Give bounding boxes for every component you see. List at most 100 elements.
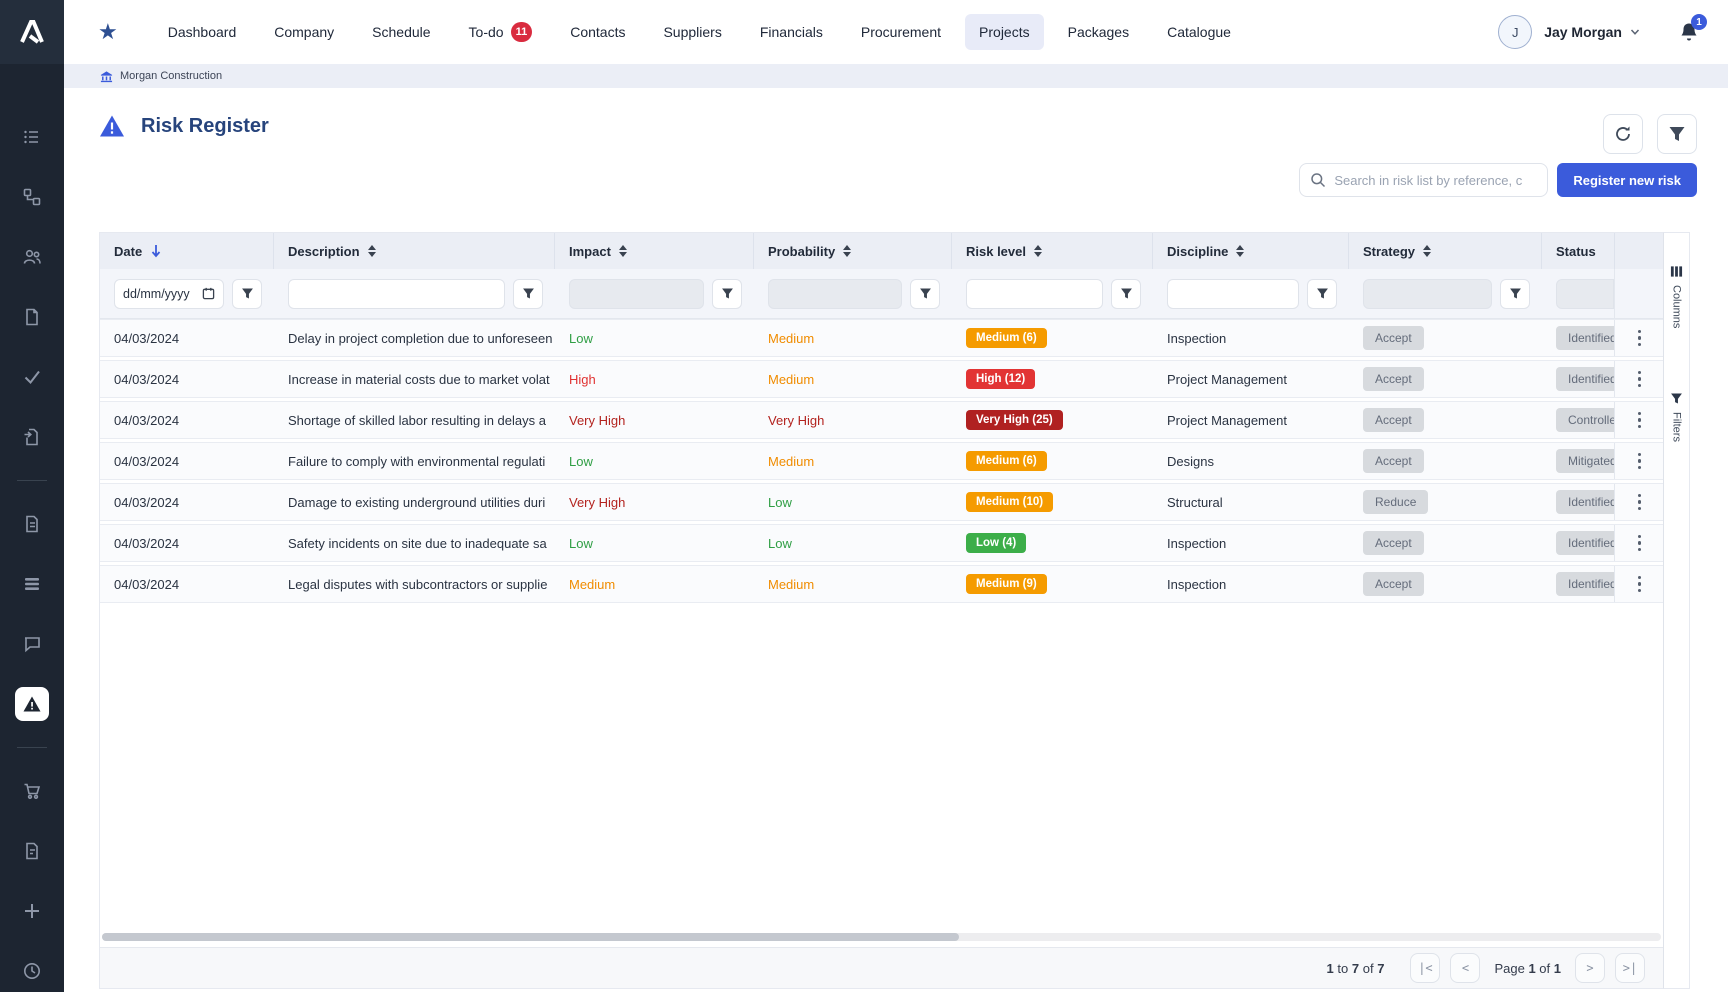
next-page-button[interactable]: >	[1575, 953, 1605, 983]
rows-icon[interactable]	[15, 567, 49, 601]
workflow-icon[interactable]	[15, 180, 49, 214]
register-new-risk-button[interactable]: Register new risk	[1557, 163, 1697, 197]
user-name: Jay Morgan	[1544, 24, 1622, 40]
impact-filter-input[interactable]	[569, 279, 704, 309]
nav-item-packages[interactable]: Packages	[1054, 14, 1143, 50]
row-actions-kebab-icon[interactable]	[1634, 408, 1646, 433]
filter-panel-button[interactable]	[1657, 114, 1697, 154]
avatar[interactable]: J	[1498, 15, 1532, 49]
table-row[interactable]: 04/03/2024 Delay in project completion d…	[100, 319, 1663, 357]
filters-tab[interactable]: Filters	[1670, 392, 1683, 442]
file-2-icon[interactable]	[15, 834, 49, 868]
nav-item-financials[interactable]: Financials	[746, 14, 837, 50]
status-chip: Identified	[1556, 326, 1614, 350]
col-header-impact[interactable]: Impact	[555, 233, 754, 269]
cell-discipline: Designs	[1153, 443, 1349, 479]
nav-item-to-do[interactable]: To-do11	[455, 12, 547, 52]
nav-item-label: Procurement	[861, 24, 941, 40]
cell-probability: Medium	[768, 454, 814, 469]
users-icon[interactable]	[15, 240, 49, 274]
nav-item-dashboard[interactable]: Dashboard	[154, 14, 251, 50]
sidebar-divider	[17, 480, 47, 481]
table-row[interactable]: 04/03/2024 Legal disputes with subcontra…	[100, 565, 1663, 603]
cell-discipline: Structural	[1153, 484, 1349, 520]
nav-item-procurement[interactable]: Procurement	[847, 14, 955, 50]
table-row[interactable]: 04/03/2024 Increase in material costs du…	[100, 360, 1663, 398]
user-menu[interactable]: Jay Morgan	[1544, 24, 1640, 40]
col-header-description[interactable]: Description	[274, 233, 555, 269]
file-icon[interactable]	[15, 507, 49, 541]
columns-tab[interactable]: Columns	[1670, 265, 1683, 328]
date-filter-input[interactable]: dd/mm/yyyy	[114, 279, 224, 309]
cell-date: 04/03/2024	[100, 566, 274, 602]
strategy-filter-input[interactable]	[1363, 279, 1492, 309]
list-icon[interactable]	[15, 120, 49, 154]
row-actions-kebab-icon[interactable]	[1634, 572, 1646, 597]
nav-item-company[interactable]: Company	[260, 14, 348, 50]
risk-level-filter-input[interactable]	[966, 279, 1103, 309]
row-actions-kebab-icon[interactable]	[1634, 490, 1646, 515]
refresh-button[interactable]	[1603, 114, 1643, 154]
risk-triangle-icon[interactable]	[15, 687, 49, 721]
strategy-filter-button[interactable]	[1500, 279, 1530, 309]
col-header-date[interactable]: Date	[100, 233, 274, 269]
impact-filter-button[interactable]	[712, 279, 742, 309]
nav-item-label: Projects	[979, 24, 1030, 40]
archdesk-logo[interactable]	[0, 0, 64, 64]
breadcrumb[interactable]: Morgan Construction	[64, 64, 1728, 88]
cart-icon[interactable]	[15, 774, 49, 808]
status-chip: Identified	[1556, 531, 1614, 555]
horizontal-scrollbar[interactable]	[102, 933, 1661, 941]
probability-filter-button[interactable]	[910, 279, 940, 309]
side-tool-strip: Columns Filters	[1663, 232, 1690, 989]
risk-level-filter-button[interactable]	[1111, 279, 1141, 309]
prev-page-button[interactable]: <	[1450, 953, 1480, 983]
discipline-filter-button[interactable]	[1307, 279, 1337, 309]
table-row[interactable]: 04/03/2024 Failure to comply with enviro…	[100, 442, 1663, 480]
nav-item-label: Contacts	[570, 24, 625, 40]
nav-item-schedule[interactable]: Schedule	[358, 14, 444, 50]
sidebar-divider	[17, 747, 47, 748]
cell-description: Legal disputes with subcontractors or su…	[274, 566, 555, 602]
status-filter-input[interactable]	[1556, 279, 1614, 309]
row-actions-kebab-icon[interactable]	[1634, 449, 1646, 474]
notifications-bell-icon[interactable]: 1	[1678, 21, 1700, 43]
probability-filter-input[interactable]	[768, 279, 902, 309]
row-actions-kebab-icon[interactable]	[1634, 367, 1646, 392]
col-header-risk-level[interactable]: Risk level	[952, 233, 1153, 269]
row-actions-kebab-icon[interactable]	[1634, 326, 1646, 351]
table-row[interactable]: 04/03/2024 Safety incidents on site due …	[100, 524, 1663, 562]
table-row[interactable]: 04/03/2024 Damage to existing undergroun…	[100, 483, 1663, 521]
nav-item-catalogue[interactable]: Catalogue	[1153, 14, 1245, 50]
notification-badge: 1	[1691, 14, 1707, 30]
nav-item-suppliers[interactable]: Suppliers	[649, 14, 735, 50]
row-range-summary: 1 to 7 of 7	[1327, 961, 1385, 976]
document-icon[interactable]	[15, 300, 49, 334]
col-header-status[interactable]: Status	[1542, 233, 1614, 269]
description-filter-input[interactable]	[288, 279, 505, 309]
table-filter-row: dd/mm/yyyy	[100, 269, 1663, 319]
scrollbar-thumb[interactable]	[102, 933, 959, 941]
description-filter-button[interactable]	[513, 279, 543, 309]
check-icon[interactable]	[15, 360, 49, 394]
col-header-probability[interactable]: Probability	[754, 233, 952, 269]
nav-item-projects[interactable]: Projects	[965, 14, 1044, 50]
last-page-button[interactable]: >|	[1615, 953, 1645, 983]
row-actions-kebab-icon[interactable]	[1634, 531, 1646, 556]
favorites-star-icon[interactable]: ★	[98, 19, 118, 45]
chat-icon[interactable]	[15, 627, 49, 661]
search-input[interactable]	[1334, 173, 1537, 188]
page-indicator: Page 1 of 1	[1494, 961, 1561, 976]
plus-icon[interactable]	[15, 894, 49, 928]
file-import-icon[interactable]	[15, 420, 49, 454]
col-header-strategy[interactable]: Strategy	[1349, 233, 1542, 269]
first-page-button[interactable]: |<	[1410, 953, 1440, 983]
col-header-discipline[interactable]: Discipline	[1153, 233, 1349, 269]
date-filter-button[interactable]	[232, 279, 262, 309]
cell-probability: Low	[768, 495, 792, 510]
clock-icon[interactable]	[15, 954, 49, 988]
table-row[interactable]: 04/03/2024 Shortage of skilled labor res…	[100, 401, 1663, 439]
discipline-filter-input[interactable]	[1167, 279, 1299, 309]
cell-discipline: Inspection	[1153, 566, 1349, 602]
nav-item-contacts[interactable]: Contacts	[556, 14, 639, 50]
